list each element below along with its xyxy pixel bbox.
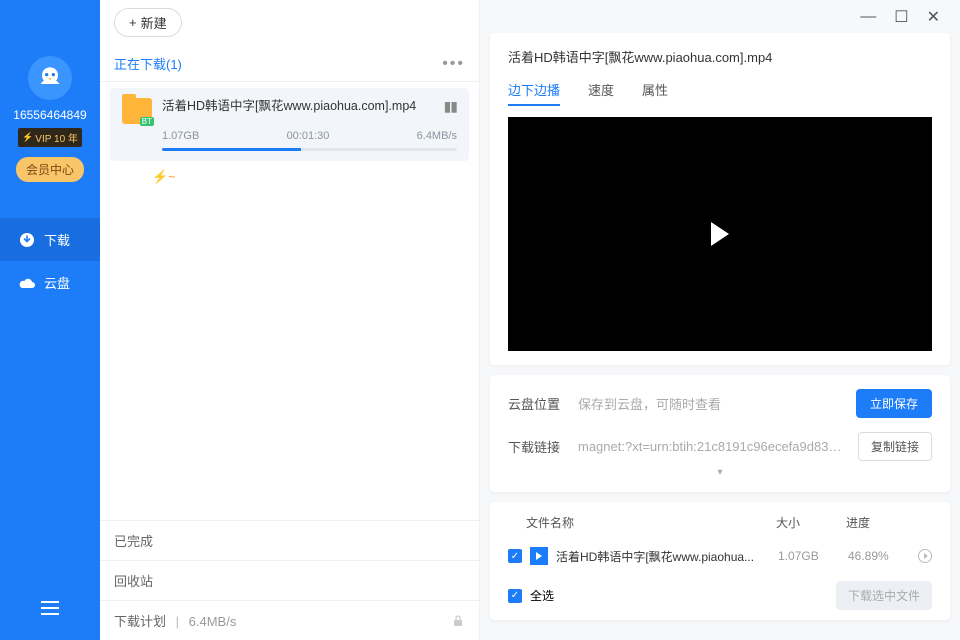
file-row[interactable]: ✓ 活着HD韩语中字[飘花www.piaohua... 1.07GB 46.89…: [508, 541, 932, 571]
col-progress: 进度: [846, 514, 932, 531]
avatar[interactable]: [28, 56, 72, 100]
pause-button[interactable]: ▮▮: [444, 98, 457, 115]
tab-play-while-download[interactable]: 边下边播: [508, 80, 560, 105]
close-button[interactable]: ✕: [927, 7, 940, 27]
download-icon: [18, 231, 36, 249]
file-name: 活着HD韩语中字[飘花www.piaohua...: [556, 548, 778, 565]
copy-link-button[interactable]: 复制链接: [858, 432, 932, 461]
download-link-value: magnet:?xt=urn:btih:21c8191c96ecefa9d83f…: [578, 439, 844, 454]
file-size: 1.07GB: [778, 549, 848, 563]
select-all-checkbox[interactable]: ✓: [508, 589, 522, 603]
member-center-button[interactable]: 会员中心: [16, 157, 84, 182]
col-size: 大小: [776, 514, 846, 531]
select-all-label: 全选: [530, 587, 554, 604]
video-file-icon: [530, 547, 548, 565]
progress-bar: [162, 148, 457, 151]
download-link-label: 下载链接: [508, 437, 564, 456]
maximize-button[interactable]: ☐: [894, 7, 908, 27]
expand-button[interactable]: ▾: [508, 467, 932, 478]
minimize-button[interactable]: —: [860, 8, 876, 26]
download-selected-button[interactable]: 下载选中文件: [836, 581, 932, 610]
cloud-icon: [18, 274, 36, 292]
tab-speed[interactable]: 速度: [588, 80, 614, 105]
file-progress: 46.89%: [848, 549, 918, 563]
menu-button[interactable]: [40, 601, 60, 620]
bird-icon: [34, 62, 66, 94]
download-item[interactable]: BT 活着HD韩语中字[飘花www.piaohua.com].mp4 ▮▮ 1.…: [110, 88, 469, 161]
completed-section[interactable]: 已完成: [100, 521, 479, 560]
col-filename: 文件名称: [508, 514, 776, 531]
vip-badge: ⚡ VIP 10 年: [18, 128, 82, 147]
download-size: 1.07GB: [162, 130, 199, 142]
sidebar-item-cloud[interactable]: 云盘: [0, 261, 100, 304]
new-button[interactable]: + 新建: [114, 8, 182, 37]
plus-icon: +: [129, 15, 137, 30]
detail-title: 活着HD韩语中字[飘花www.piaohua.com].mp4: [508, 47, 932, 66]
lock-icon: [451, 614, 465, 628]
bt-folder-icon: BT: [122, 98, 152, 124]
sidebar-item-label: 下载: [44, 230, 70, 249]
hamburger-icon: [40, 601, 60, 615]
user-id: 16556464849: [13, 108, 86, 122]
file-checkbox[interactable]: ✓: [508, 549, 522, 563]
accelerate-icon[interactable]: ⚡~: [152, 169, 479, 185]
download-item-name: 活着HD韩语中字[飘花www.piaohua.com].mp4: [162, 98, 434, 116]
cloud-location-label: 云盘位置: [508, 394, 564, 413]
sidebar-item-label: 云盘: [44, 273, 70, 292]
more-button[interactable]: •••: [442, 55, 465, 73]
lightning-icon: ⚡: [22, 132, 33, 143]
play-file-button[interactable]: [918, 549, 932, 563]
recycle-section[interactable]: 回收站: [100, 560, 479, 600]
cloud-location-hint: 保存到云盘，可随时查看: [578, 394, 842, 413]
download-speed: 6.4MB/s: [417, 130, 457, 142]
sidebar-item-download[interactable]: 下载: [0, 218, 100, 261]
downloading-section-title[interactable]: 正在下载(1): [114, 54, 182, 73]
plan-section[interactable]: 下载计划 | 6.4MB/s: [100, 600, 479, 640]
download-eta: 00:01:30: [287, 130, 330, 142]
video-player[interactable]: [508, 117, 932, 351]
play-icon[interactable]: [711, 222, 729, 246]
save-now-button[interactable]: 立即保存: [856, 389, 932, 418]
tab-properties[interactable]: 属性: [642, 80, 668, 105]
